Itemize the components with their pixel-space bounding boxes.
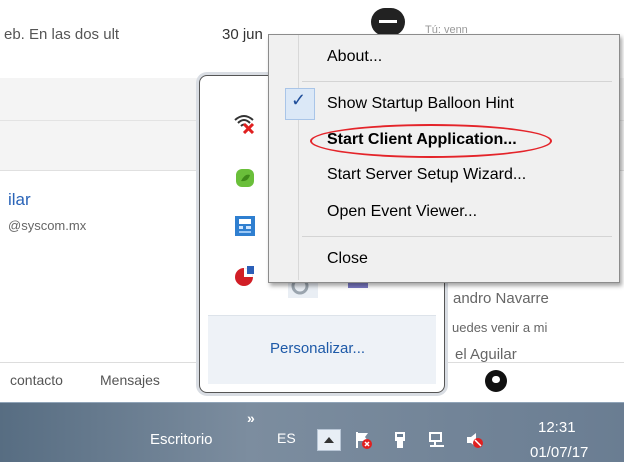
contact-email: @syscom.mx bbox=[8, 218, 87, 233]
menu-gutter-line bbox=[298, 35, 299, 280]
chat-contact-message: uedes venir a mi bbox=[452, 320, 548, 335]
checkmark-icon: ✓ bbox=[291, 90, 307, 110]
menu-item-close[interactable]: Close bbox=[327, 250, 368, 268]
leaf-app-icon[interactable] bbox=[234, 167, 256, 189]
email-date: 30 jun bbox=[222, 26, 263, 43]
tab-contacto[interactable]: contacto bbox=[10, 372, 63, 388]
context-menu bbox=[268, 34, 620, 283]
customize-link[interactable]: Personalizar... bbox=[270, 340, 365, 357]
chat-contact-name[interactable]: andro Navarre bbox=[453, 290, 549, 307]
clock-date[interactable]: 01/07/17 bbox=[530, 444, 588, 461]
calculator-app-icon[interactable] bbox=[234, 215, 256, 237]
chat-bubble-icon[interactable] bbox=[485, 370, 507, 392]
network-icon[interactable] bbox=[428, 431, 446, 449]
menu-item-show-startup-balloon-hint[interactable]: Show Startup Balloon Hint bbox=[327, 95, 514, 113]
clock-time[interactable]: 12:31 bbox=[538, 419, 576, 436]
pie-chart-icon[interactable] bbox=[234, 265, 256, 287]
red-highlight-circle bbox=[310, 124, 552, 158]
language-indicator[interactable]: ES bbox=[277, 430, 296, 446]
toolbar-expand-chevron-icon[interactable]: » bbox=[247, 410, 255, 426]
menu-separator bbox=[302, 236, 612, 237]
email-snippet: eb. En las dos ult bbox=[4, 26, 120, 43]
tab-mensajes[interactable]: Mensajes bbox=[100, 372, 160, 388]
menu-separator bbox=[302, 81, 612, 82]
contact-name-link[interactable]: ilar bbox=[8, 190, 31, 210]
contact-avatar bbox=[371, 8, 405, 36]
menu-item-open-event-viewer[interactable]: Open Event Viewer... bbox=[327, 203, 477, 221]
menu-item-about[interactable]: About... bbox=[327, 48, 382, 66]
action-center-flag-icon[interactable] bbox=[354, 431, 372, 449]
menu-item-start-server-setup-wizard[interactable]: Start Server Setup Wizard... bbox=[327, 166, 526, 184]
chat-contact-name-2[interactable]: el Aguilar bbox=[455, 346, 517, 363]
volume-muted-icon[interactable] bbox=[465, 431, 483, 449]
device-pin-icon[interactable] bbox=[391, 431, 409, 449]
wifi-off-icon[interactable] bbox=[233, 112, 255, 134]
desktop-toolbar-label[interactable]: Escritorio bbox=[150, 431, 213, 448]
show-hidden-icons-button[interactable] bbox=[317, 429, 341, 451]
